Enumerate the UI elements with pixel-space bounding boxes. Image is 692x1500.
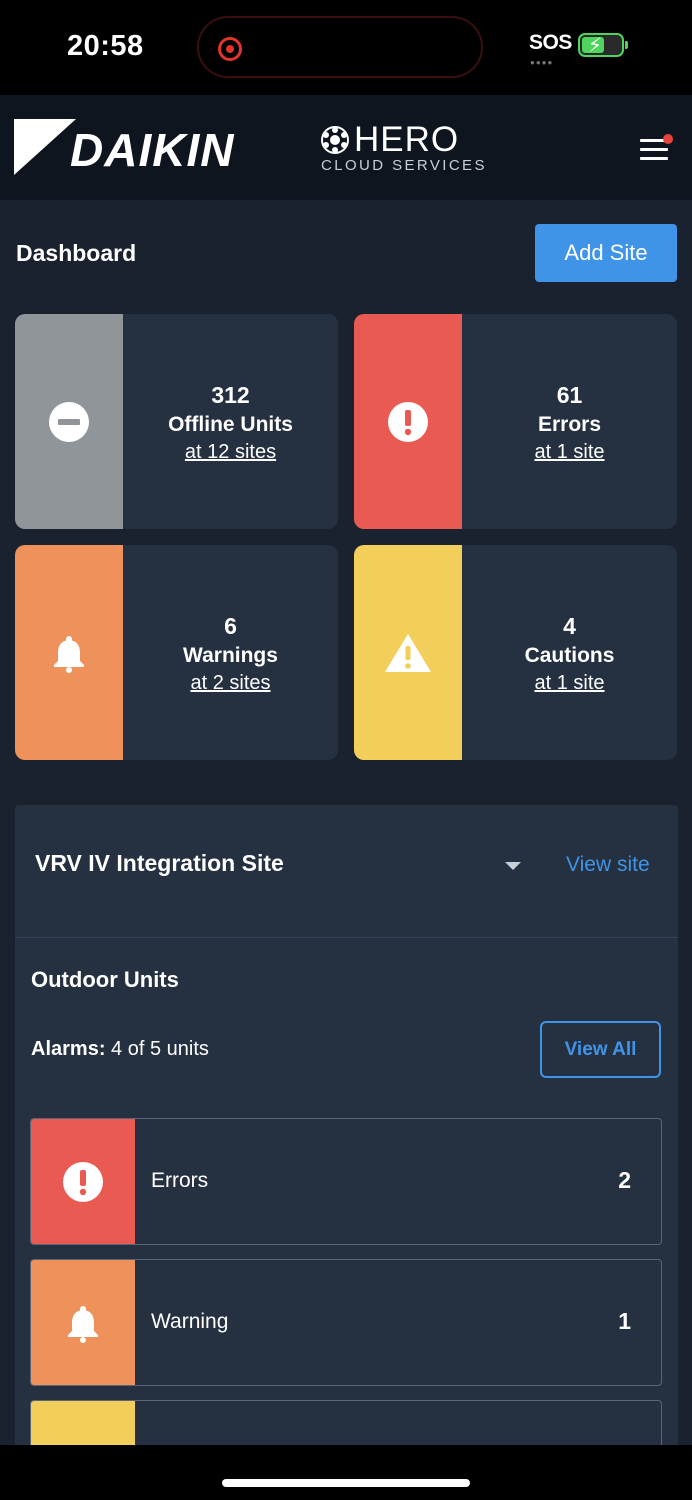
card-color-bar: [15, 545, 123, 760]
errors-card[interactable]: 61 Errors at 1 site: [354, 314, 677, 529]
card-label: Warnings: [183, 644, 278, 667]
alarms-summary: Alarms: 4 of 5 units: [31, 1038, 209, 1061]
product-name: HERO: [354, 120, 460, 159]
card-sites-link[interactable]: at 2 sites: [123, 672, 338, 695]
cautions-card[interactable]: 4 Cautions at 1 site: [354, 545, 677, 760]
card-count: 61: [556, 382, 583, 408]
chevron-down-icon[interactable]: [505, 862, 521, 870]
alarms-label: Alarms:: [31, 1038, 106, 1060]
minus-circle-icon: [49, 402, 89, 442]
card-color-bar: [354, 545, 462, 760]
warnings-card[interactable]: 6 Warnings at 2 sites: [15, 545, 338, 760]
card-count: 312: [211, 382, 250, 408]
card-label: Cautions: [524, 644, 615, 667]
page-title: Dashboard: [16, 240, 137, 266]
row-color-bar: [31, 1260, 135, 1385]
daikin-logo-icon: [14, 119, 76, 175]
card-count: 6: [224, 613, 237, 639]
warning-triangle-icon: [385, 634, 431, 672]
carrier-status: SOS: [529, 31, 572, 54]
card-sites-link[interactable]: at 1 site: [462, 672, 677, 695]
row-color-bar: [31, 1401, 135, 1445]
card-color-bar: [354, 314, 462, 529]
dynamic-island: [197, 16, 483, 78]
view-site-link[interactable]: View site: [566, 853, 650, 877]
card-count: 4: [563, 613, 576, 639]
exclamation-circle-icon: [388, 402, 428, 442]
signal-dots-icon: ●●●●: [530, 58, 554, 67]
brand-logo[interactable]: DAIKIN: [70, 123, 234, 177]
row-count: 2: [618, 1167, 631, 1193]
bell-icon: [68, 1306, 98, 1343]
hamburger-menu-icon[interactable]: [640, 134, 673, 163]
main-content: Dashboard Add Site 312 Offline Units at …: [0, 200, 692, 1445]
add-site-button[interactable]: Add Site: [535, 224, 677, 282]
card-label: Errors: [537, 413, 602, 436]
divider: [15, 937, 678, 938]
home-indicator-area: [0, 1445, 692, 1500]
offline-units-card[interactable]: 312 Offline Units at 12 sites: [15, 314, 338, 529]
card-sites-link[interactable]: at 1 site: [462, 441, 677, 464]
view-all-button[interactable]: View All: [540, 1021, 661, 1078]
notification-dot: [663, 134, 673, 144]
section-title: Outdoor Units: [31, 967, 179, 992]
clock: 20:58: [67, 30, 144, 62]
row-label: Warning: [151, 1310, 229, 1333]
alarm-row-caution[interactable]: [30, 1400, 662, 1445]
card-color-bar: [15, 314, 123, 529]
card-sites-link[interactable]: at 12 sites: [123, 441, 338, 464]
alarm-row-warning[interactable]: Warning 1: [30, 1259, 662, 1386]
battery-charging-icon: ⚡: [578, 33, 628, 57]
alarm-row-errors[interactable]: Errors 2: [30, 1118, 662, 1245]
alarms-value: 4 of 5 units: [111, 1038, 209, 1060]
product-subtitle: CLOUD SERVICES: [321, 157, 487, 174]
screen-recording-icon: [218, 37, 242, 61]
home-indicator[interactable]: [222, 1479, 470, 1487]
site-panel: VRV IV Integration Site View site Outdoo…: [15, 805, 678, 1445]
exclamation-circle-icon: [63, 1162, 103, 1202]
row-color-bar: [31, 1119, 135, 1244]
card-label: Offline Units: [168, 413, 293, 436]
row-label: Errors: [151, 1169, 209, 1192]
status-bar: 20:58 SOS ●●●● ⚡: [0, 0, 692, 95]
app-header: DAIKIN HERO CLOUD SERVICES: [0, 95, 692, 200]
hero-globe-icon: [321, 126, 349, 154]
site-name[interactable]: VRV IV Integration Site: [35, 850, 284, 877]
bell-icon: [54, 636, 84, 673]
row-count: 1: [618, 1308, 631, 1334]
